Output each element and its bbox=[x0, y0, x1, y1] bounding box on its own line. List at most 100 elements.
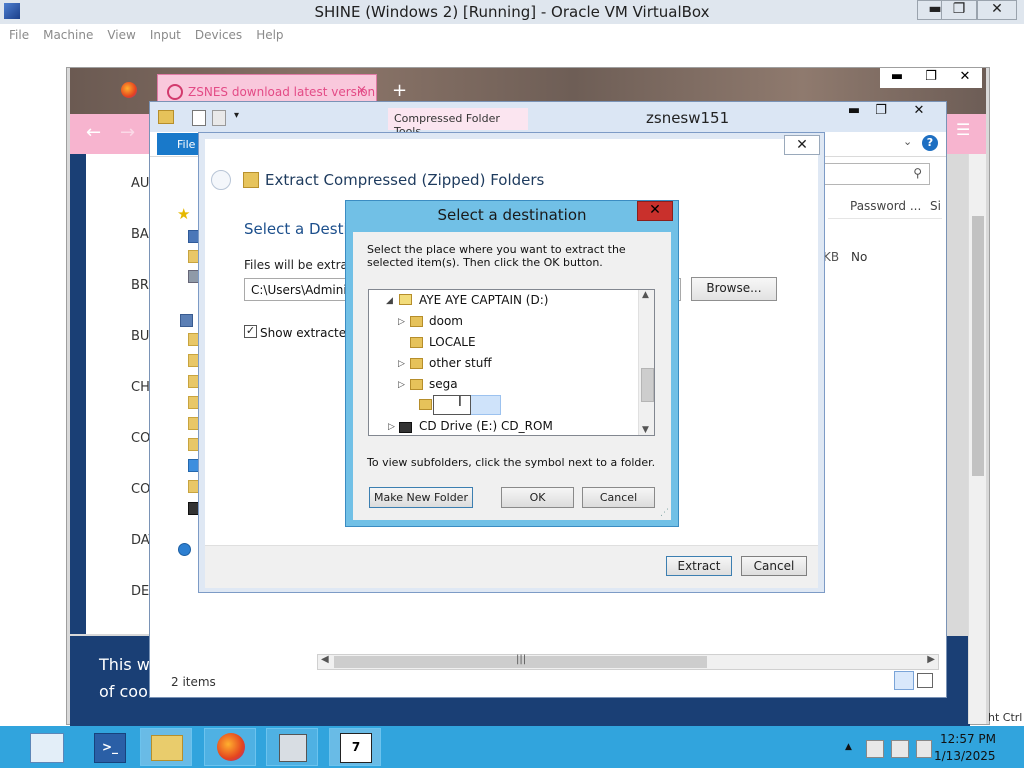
ok-button[interactable]: OK bbox=[501, 487, 574, 508]
page-nav-label[interactable]: BU bbox=[131, 329, 149, 344]
scrollbar-grip-icon: ||| bbox=[516, 654, 527, 665]
expand-arrow-icon[interactable]: ▷ bbox=[398, 317, 405, 327]
favorites-star-icon[interactable]: ★ bbox=[177, 205, 190, 223]
tab-favicon-icon bbox=[167, 84, 183, 100]
explorer-search-input[interactable]: ⚲ bbox=[824, 163, 930, 185]
scroll-up-icon[interactable]: ▲ bbox=[642, 290, 649, 300]
extract-button[interactable]: Extract bbox=[666, 556, 732, 576]
server-manager-icon[interactable] bbox=[30, 733, 64, 763]
show-extracted-checkbox[interactable]: ✓ bbox=[244, 325, 257, 338]
new-folder-name-input[interactable] bbox=[433, 395, 471, 415]
tree-item-cd-drive[interactable]: CD Drive (E:) CD_ROM bbox=[419, 419, 553, 433]
zip-folder-icon bbox=[243, 172, 259, 188]
dialog-title: Select a destination bbox=[437, 206, 587, 224]
taskbar-firefox-button[interactable] bbox=[204, 728, 256, 766]
page-nav-label[interactable]: CO bbox=[131, 431, 150, 446]
help-icon[interactable]: ? bbox=[922, 135, 938, 151]
show-hidden-icons-icon[interactable]: ▲ bbox=[845, 742, 852, 752]
column-size[interactable]: Si bbox=[930, 199, 941, 213]
folder-icon bbox=[410, 379, 423, 390]
page-nav-label[interactable]: BR bbox=[131, 278, 149, 293]
tab-close-icon[interactable]: × bbox=[356, 83, 367, 98]
quick-access-dropdown-icon[interactable]: ▾ bbox=[234, 110, 239, 121]
tree-item[interactable]: other stuff bbox=[429, 356, 492, 370]
page-nav-label[interactable]: AU bbox=[131, 176, 149, 191]
page-nav-label[interactable]: CO bbox=[131, 482, 150, 497]
clock-time[interactable]: 12:57 PM bbox=[940, 732, 996, 746]
browser-window-controls: ▬ ❐ ✕ bbox=[880, 68, 986, 88]
forward-arrow-icon[interactable]: → bbox=[120, 122, 135, 143]
back-arrow-icon[interactable]: ← bbox=[86, 122, 101, 143]
cd-drive-icon bbox=[399, 422, 412, 433]
dialog-cancel-button[interactable]: Cancel bbox=[582, 487, 655, 508]
ribbon-expand-icon[interactable]: ⌄ bbox=[903, 135, 912, 148]
network-status-icon[interactable] bbox=[891, 740, 909, 758]
cell-size-unit: KB bbox=[823, 250, 840, 264]
wizard-title: Extract Compressed (Zipped) Folders bbox=[265, 171, 545, 189]
menu-input[interactable]: Input bbox=[150, 28, 181, 42]
details-view-icon[interactable] bbox=[894, 671, 914, 690]
menu-view[interactable]: View bbox=[107, 28, 135, 42]
powershell-icon[interactable]: >_ bbox=[94, 733, 126, 763]
tree-item[interactable]: doom bbox=[429, 314, 463, 328]
host-titlebar: SHINE (Windows 2) [Running] - Oracle VM … bbox=[0, 0, 1024, 25]
taskbar-virtualbox-button[interactable] bbox=[266, 728, 318, 766]
wizard-cancel-button[interactable]: Cancel bbox=[741, 556, 807, 576]
menu-help[interactable]: Help bbox=[256, 28, 283, 42]
volume-icon[interactable] bbox=[916, 740, 932, 758]
host-restore-button[interactable]: ❐ bbox=[941, 0, 977, 20]
tree-item-drive-d[interactable]: AYE AYE CAPTAIN (D:) bbox=[419, 293, 548, 307]
scrollbar-thumb[interactable] bbox=[972, 216, 984, 476]
tree-item[interactable]: sega bbox=[429, 377, 458, 391]
make-new-folder-button[interactable]: Make New Folder bbox=[369, 487, 473, 508]
destination-path-value: C:\Users\Administ bbox=[251, 283, 358, 297]
explorer-close-button[interactable]: ✕ bbox=[904, 103, 934, 121]
browse-button[interactable]: Browse... bbox=[691, 277, 777, 301]
wizard-close-button[interactable]: ✕ bbox=[784, 135, 820, 155]
new-folder-quick-icon[interactable] bbox=[212, 110, 226, 126]
column-password[interactable]: Password ... bbox=[850, 199, 921, 213]
host-close-button[interactable]: ✕ bbox=[977, 0, 1017, 20]
menu-machine[interactable]: Machine bbox=[43, 28, 93, 42]
properties-icon[interactable] bbox=[192, 110, 206, 126]
clock-date[interactable]: 1/13/2025 bbox=[934, 749, 996, 763]
network-icon[interactable] bbox=[178, 543, 191, 556]
action-center-icon[interactable] bbox=[866, 740, 884, 758]
explorer-minimize-button[interactable]: ▬ bbox=[839, 103, 869, 121]
explorer-restore-button[interactable]: ❐ bbox=[866, 103, 896, 121]
search-icon: ⚲ bbox=[913, 166, 922, 180]
scroll-down-icon[interactable]: ▼ bbox=[642, 425, 649, 435]
browser-close-button[interactable]: ✕ bbox=[948, 68, 982, 88]
status-item-count: 2 items bbox=[171, 675, 216, 689]
browser-minimize-button[interactable]: ▬ bbox=[880, 68, 914, 88]
dialog-description: Select the place where you want to extra… bbox=[367, 243, 626, 269]
taskbar-7zip-button[interactable]: 7 bbox=[329, 728, 381, 766]
scroll-right-icon[interactable]: ▶ bbox=[927, 654, 935, 665]
browser-restore-button[interactable]: ❐ bbox=[914, 68, 948, 88]
resize-grip-icon[interactable]: ⋰ bbox=[660, 508, 669, 518]
menu-devices[interactable]: Devices bbox=[195, 28, 242, 42]
page-nav-label[interactable]: DE bbox=[131, 584, 149, 599]
expand-arrow-icon[interactable]: ▷ bbox=[398, 380, 405, 390]
tree-item[interactable]: LOCALE bbox=[429, 335, 476, 349]
menu-file[interactable]: File bbox=[9, 28, 29, 42]
expand-arrow-icon[interactable]: ▷ bbox=[398, 359, 405, 369]
dialog-close-button[interactable]: ✕ bbox=[637, 201, 673, 221]
wizard-back-icon[interactable] bbox=[211, 170, 231, 190]
file-tab[interactable]: File bbox=[157, 133, 199, 155]
collapse-arrow-icon[interactable]: ◢ bbox=[386, 296, 393, 306]
taskbar-explorer-button[interactable] bbox=[140, 728, 192, 766]
page-nav-label[interactable]: BA bbox=[131, 227, 149, 242]
page-nav-label[interactable]: CH bbox=[131, 380, 150, 395]
scroll-left-icon[interactable]: ◀ bbox=[321, 654, 329, 665]
expand-arrow-icon[interactable]: ▷ bbox=[388, 422, 395, 432]
menu-hamburger-icon[interactable]: ☰ bbox=[956, 120, 970, 139]
tree-vertical-scrollbar[interactable]: ▲ ▼ bbox=[638, 290, 654, 435]
scrollbar-thumb[interactable] bbox=[641, 368, 654, 402]
explorer-horizontal-scrollbar[interactable]: ◀ ||| ▶ bbox=[317, 654, 939, 670]
contextual-tab-header[interactable]: Compressed Folder Tools bbox=[388, 108, 528, 138]
this-pc-icon[interactable] bbox=[180, 314, 193, 327]
browser-vertical-scrollbar[interactable] bbox=[968, 154, 986, 724]
large-icons-view-icon[interactable] bbox=[917, 673, 933, 688]
new-tab-button[interactable]: + bbox=[392, 80, 407, 101]
